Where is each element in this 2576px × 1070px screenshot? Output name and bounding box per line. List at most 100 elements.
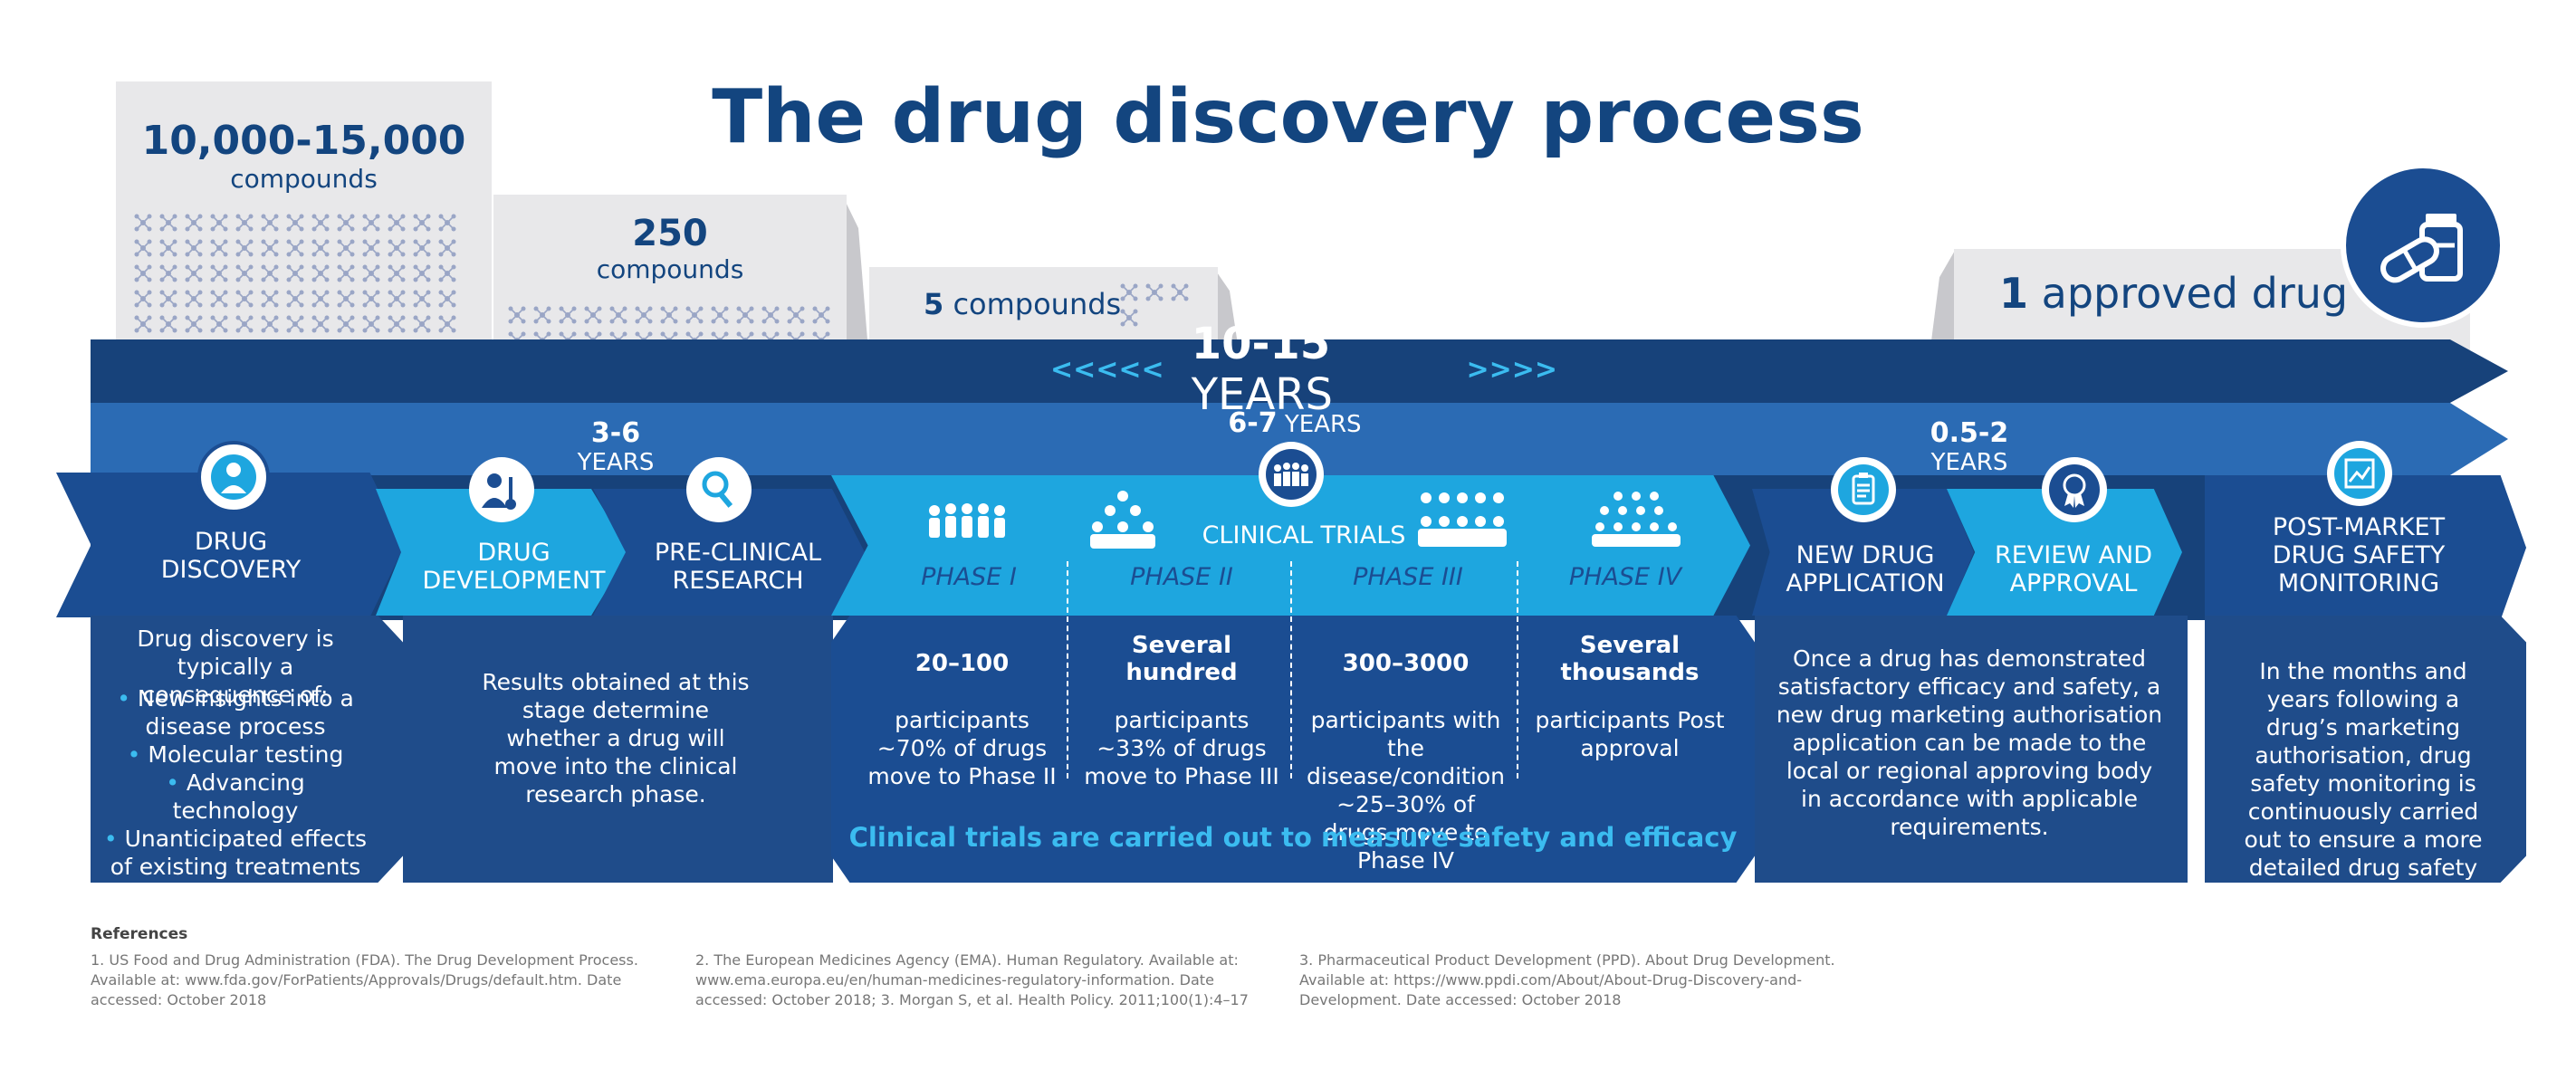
molecule-icon <box>411 288 433 310</box>
molecule-icon <box>531 304 553 326</box>
award-icon <box>2042 457 2107 522</box>
molecule-icon <box>734 304 756 326</box>
funnel-step-1: 10,000-15,000 compounds <box>116 81 492 409</box>
phase-divider-1 <box>1067 561 1068 779</box>
molecule-icon <box>335 313 357 335</box>
molecule-icon <box>158 288 179 310</box>
phase-divider-3 <box>1517 561 1518 779</box>
molecule-icon <box>810 304 832 326</box>
phase-3-count: 300–3000 <box>1342 650 1470 677</box>
clinical-duration: 6-7 YEARS <box>1159 407 1431 439</box>
molecule-icon <box>310 288 331 310</box>
molecule-icon <box>335 288 357 310</box>
molecule-icon <box>208 288 230 310</box>
molecule-icon <box>234 263 255 284</box>
phase-2-count: Several hundred <box>1125 632 1238 686</box>
molecule-icon <box>183 313 205 335</box>
molecule-icon <box>557 304 579 326</box>
phase-label-3: PHASE III <box>1353 563 1463 591</box>
stage1-unit: compounds <box>230 164 378 194</box>
list-item: • Molecular testing <box>127 741 344 768</box>
discovery-bullets: • New insights into a disease process • … <box>100 684 371 881</box>
approval-duration: 0.5-2 YEARS <box>1888 417 2051 477</box>
molecule-icon <box>335 212 357 234</box>
postmarket-text: In the months and years following a drug… <box>2244 658 2483 909</box>
phase-2-details: Several hundred participants ~33% of dru… <box>1082 625 1281 790</box>
team-icon <box>1259 442 1324 507</box>
phase-label-4: PHASE IV <box>1568 563 1682 591</box>
clinical-note: Clinical trials are carried out to measu… <box>848 822 1738 853</box>
label-drug-development: DRUG DEVELOPMENT <box>422 539 606 595</box>
molecule-icon <box>411 237 433 259</box>
molecule-icon <box>360 263 382 284</box>
molecule-icon <box>183 263 205 284</box>
chart-icon <box>2327 441 2392 506</box>
label-post-market: POST-MARKET DRUG SAFETY MONITORING <box>2272 513 2446 597</box>
stage2-unit: compounds <box>596 254 744 284</box>
molecule-icon <box>183 288 205 310</box>
molecule-icon <box>1144 282 1165 303</box>
molecule-icon <box>1118 307 1140 329</box>
molecule-icon <box>506 304 528 326</box>
molecule-icon <box>411 263 433 284</box>
molecule-icon <box>335 263 357 284</box>
molecule-icon <box>158 212 179 234</box>
clinical-number: 6-7 <box>1228 407 1278 439</box>
molecule-icon <box>259 313 281 335</box>
molecule-icon <box>760 304 781 326</box>
molecule-icon <box>684 304 705 326</box>
molecule-icon <box>259 237 281 259</box>
molecule-icon <box>208 313 230 335</box>
crowd-icon-phase1 <box>922 500 1012 545</box>
phase-label-1: PHASE I <box>921 563 1017 591</box>
molecule-icon <box>436 288 458 310</box>
molecule-icon <box>132 288 154 310</box>
molecule-icon <box>284 288 306 310</box>
molecule-icon <box>386 263 407 284</box>
molecule-icon <box>785 304 807 326</box>
molecule-icon <box>132 237 154 259</box>
molecule-icon <box>360 212 382 234</box>
molecule-icon <box>310 263 331 284</box>
phase-1-details: 20–100 participants ~70% of drugs move t… <box>865 634 1059 790</box>
molecule-icon <box>284 237 306 259</box>
compounds-grid-small <box>1118 282 1191 329</box>
molecule-icon <box>633 304 655 326</box>
molecule-icon <box>310 313 331 335</box>
phase-label-2: PHASE II <box>1130 563 1233 591</box>
molecule-icon <box>436 212 458 234</box>
molecule-icon <box>411 212 433 234</box>
stage1-number: 10,000-15,000 <box>141 118 466 164</box>
molecule-icon <box>208 212 230 234</box>
dev-duration: 3-6 YEARS <box>534 418 697 477</box>
phase-divider-2 <box>1290 561 1292 779</box>
molecule-icon <box>386 237 407 259</box>
molecule-icon <box>208 237 230 259</box>
phase-2-desc: participants ~33% of drugs move to Phase… <box>1084 707 1279 789</box>
molecule-icon <box>183 237 205 259</box>
application-text: Once a drug has demonstrated satisfactor… <box>1776 645 2163 840</box>
approval-number: 0.5-2 <box>1930 417 2009 449</box>
clipboard-icon <box>1831 457 1896 522</box>
molecule-icon <box>360 313 382 335</box>
total-duration: <<<<< 10-15 YEARS >>>> <box>1050 319 1557 420</box>
final-unit: approved drug <box>2041 269 2349 318</box>
molecule-icon <box>709 304 731 326</box>
phase-4-desc: participants Post approval <box>1535 707 1725 761</box>
molecule-icon <box>259 288 281 310</box>
funnel-step-2: 250 compounds <box>493 195 847 362</box>
molecule-icon <box>132 212 154 234</box>
molecule-icon <box>386 288 407 310</box>
final-number: 1 <box>1999 269 2029 318</box>
phase-1-desc: participants ~70% of drugs move to Phase… <box>867 707 1057 789</box>
molecule-icon <box>158 313 179 335</box>
stage3-unit: compounds <box>953 287 1122 321</box>
clinical-unit: YEARS <box>1284 411 1362 438</box>
left-arrows: <<<<< <box>1050 353 1164 386</box>
development-text: Results obtained at this stage determine… <box>482 669 750 807</box>
label-new-drug-application: NEW DRUG APPLICATION <box>1786 541 1945 597</box>
reference-2: 2. The European Medicines Agency (EMA). … <box>695 951 1249 1008</box>
molecule-icon <box>183 212 205 234</box>
crowd-icon-phase4 <box>1586 489 1686 552</box>
right-arrows: >>>> <box>1466 353 1557 386</box>
